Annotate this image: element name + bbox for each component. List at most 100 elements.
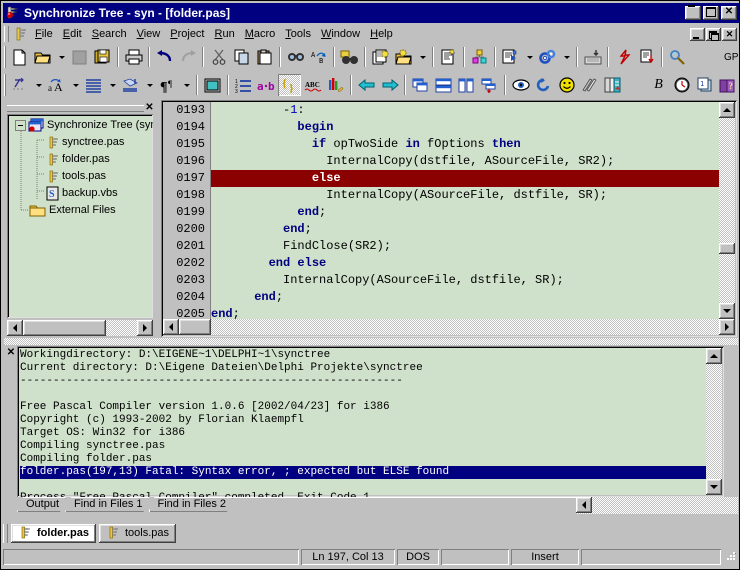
editor-horizontal-scrollbar[interactable] [163,319,735,335]
find-in-files-icon[interactable] [338,46,361,68]
menu-item-view[interactable]: View [132,26,166,42]
tree-scroll-right-button[interactable] [137,320,153,336]
smiley-icon[interactable] [555,74,578,96]
menu-item-project[interactable]: Project [165,26,209,42]
new-file-icon[interactable] [8,46,31,68]
compile-dropdown-icon[interactable] [522,46,536,68]
tree-caption-grip[interactable] [7,104,144,112]
tile-vertical-icon[interactable] [455,74,478,96]
menu-item-run[interactable]: Run [210,26,240,42]
compile-icon[interactable] [499,46,522,68]
html-icon[interactable] [578,74,601,96]
run-settings-dropdown-icon[interactable] [559,46,573,68]
tree-node-external-files[interactable]: External Files [29,202,116,218]
spellcheck-icon[interactable]: ABC [301,74,324,96]
toolbar1-drag-grip[interactable] [4,46,6,68]
browser-icon[interactable] [601,74,624,96]
brace-match-icon[interactable]: {} [278,74,301,96]
editor-scroll-left-button[interactable] [163,319,179,335]
help-book-icon[interactable]: ? [716,74,739,96]
tree-close-icon[interactable]: ✕ [144,103,155,113]
tree-node-synctree-pas[interactable]: synctree.pas [45,134,124,150]
tree-scroll-left-button[interactable] [7,320,23,336]
open-folder-icon[interactable] [31,46,54,68]
paste-icon[interactable] [253,46,276,68]
output-vertical-scrollbar[interactable] [706,348,722,495]
code-editor[interactable]: 0193 0194 0195 0196 0197 0198 0199 0200 … [161,100,737,337]
bold-button[interactable] [624,74,647,96]
menu-item-search[interactable]: Search [87,26,132,42]
file-tab-tools-pas[interactable]: tools.pas [98,523,176,543]
maximize-button[interactable] [703,6,719,20]
preview-icon[interactable] [509,74,532,96]
open-folder-dropdown-icon[interactable] [54,46,68,68]
mdi-minimize-button[interactable] [690,27,705,41]
gpl-button[interactable] [689,46,719,68]
align-icon[interactable] [82,74,105,96]
editor-horizontal-scroll-thumb[interactable] [179,319,211,335]
output-tab-scrollbar[interactable] [576,497,738,514]
play-macro-icon[interactable] [635,46,658,68]
tree-node-project[interactable]: Synchronize Tree (syn [15,117,153,133]
ab-replace-icon[interactable]: ab [255,74,278,96]
tile-horizontal-icon[interactable] [432,74,455,96]
editor-scroll-down-button[interactable] [719,303,735,319]
cascade-icon[interactable] [409,74,432,96]
code-text-area[interactable]: -1: begin if opTwoSide in fOptions then … [211,102,719,319]
toolbar2-drag-grip[interactable] [4,74,6,96]
menu-item-help[interactable]: Help [365,26,398,42]
menu-item-window[interactable]: Window [316,26,365,42]
line-numbers-icon[interactable]: 123 [232,74,255,96]
mdi-close-button[interactable]: ✕ [722,27,737,41]
mdi-restore-button[interactable] [706,27,721,41]
tree-horizontal-scrollbar[interactable] [7,320,153,336]
menu-drag-grip[interactable] [4,26,9,42]
tab-find-in-files-2[interactable]: Find in Files 2 [149,497,233,512]
tree-expander-icon[interactable] [15,119,26,131]
cut-icon[interactable] [207,46,230,68]
sort-icon[interactable] [119,74,142,96]
project-tree[interactable]: Synchronize Tree (syn synctree.pas folde… [7,114,153,318]
paragraph-dropdown-icon[interactable] [179,74,193,96]
editor-scroll-up-button[interactable] [719,102,735,118]
menu-item-edit[interactable]: Edit [58,26,87,42]
menu-item-tools[interactable]: Tools [280,26,316,42]
output-text-area[interactable]: Workingdirectory: D:\EIGENE~1\DELPHI~1\s… [17,346,724,497]
editor-scroll-right-button[interactable] [719,319,735,335]
output-tab-scroll-left-button[interactable] [576,497,592,513]
file-tabs-grip[interactable] [3,523,8,543]
italic-button[interactable]: B [647,74,670,96]
open-project-dropdown-icon[interactable] [415,46,429,68]
code-explorer-icon[interactable] [468,46,491,68]
tab-find-in-files-1[interactable]: Find in Files 1 [65,497,149,512]
comment-dropdown-icon[interactable] [31,74,45,96]
clock-icon[interactable] [670,74,693,96]
menu-item-file[interactable]: File [30,26,58,42]
replace-icon[interactable]: AB [307,46,330,68]
print-icon[interactable] [122,46,145,68]
menu-item-macro[interactable]: Macro [240,26,281,42]
horizontal-splitter[interactable] [4,338,738,345]
record-macro-icon[interactable] [612,46,635,68]
copy-icon[interactable] [230,46,253,68]
change-case-icon[interactable]: aA [45,74,68,96]
paragraph-icon[interactable]: ¶ ¶ [156,74,179,96]
project-settings-icon[interactable] [437,46,460,68]
tree-scroll-thumb[interactable] [23,320,106,336]
save-all-icon[interactable] [91,46,114,68]
undo-icon[interactable] [153,46,176,68]
tree-node-backup-vbs[interactable]: S backup.vbs [45,185,118,201]
find-icon[interactable] [284,46,307,68]
document-icon[interactable] [11,26,28,42]
tree-node-folder-pas[interactable]: folder.pas [45,151,110,167]
refresh-icon[interactable] [532,74,555,96]
save-icon[interactable] [68,46,91,68]
editor-vertical-scroll-thumb[interactable] [719,243,735,254]
redo-icon[interactable] [176,46,199,68]
new-project-icon[interactable] [369,46,392,68]
forward-icon[interactable] [378,74,401,96]
color-picker-icon[interactable] [324,74,347,96]
resize-grip[interactable] [724,550,738,564]
change-case-dropdown-icon[interactable] [68,74,82,96]
output-close-icon[interactable]: ✕ [6,347,16,358]
